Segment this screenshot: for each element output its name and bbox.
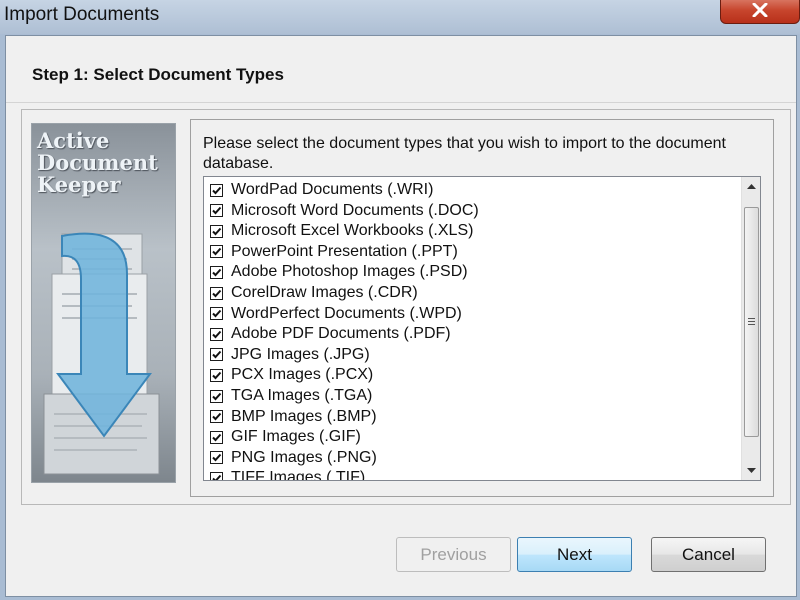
- dialog-body: Step 1: Select Document Types Active Doc…: [5, 35, 797, 597]
- document-type-item[interactable]: TGA Images (.TGA): [210, 386, 372, 406]
- checkmark-icon: [212, 433, 222, 442]
- document-type-label: Microsoft Word Documents (.DOC): [231, 201, 479, 219]
- document-type-checkbox[interactable]: [210, 245, 223, 259]
- scroll-thumb[interactable]: [744, 207, 759, 437]
- document-type-label: PNG Images (.PNG): [231, 448, 377, 466]
- content-panel: Active Document Keeper Please select the…: [21, 109, 791, 505]
- document-type-label: TGA Images (.TGA): [231, 387, 373, 404]
- document-type-checkbox[interactable]: [210, 224, 223, 238]
- document-type-item[interactable]: GIF Images (.GIF): [210, 427, 361, 447]
- document-type-checkbox[interactable]: [210, 430, 223, 444]
- document-type-checkbox[interactable]: [210, 471, 223, 480]
- checkmark-icon: [212, 227, 222, 236]
- close-icon: [752, 3, 768, 17]
- document-type-item[interactable]: Microsoft Word Documents (.DOC): [210, 201, 479, 221]
- selection-group: Please select the document types that yo…: [190, 119, 774, 497]
- document-type-item[interactable]: Adobe Photoshop Images (.PSD): [210, 262, 468, 282]
- checkmark-icon: [212, 186, 222, 194]
- wizard-header: Step 1: Select Document Types: [6, 36, 796, 103]
- document-type-checkbox[interactable]: [210, 265, 223, 279]
- document-type-item[interactable]: Adobe PDF Documents (.PDF): [210, 324, 451, 344]
- document-type-item[interactable]: JPG Images (.JPG): [210, 345, 370, 365]
- vertical-scrollbar[interactable]: [741, 177, 760, 480]
- document-type-label: PowerPoint Presentation (.PPT): [231, 242, 458, 260]
- document-type-checkbox[interactable]: [210, 389, 223, 403]
- document-type-item[interactable]: WordPerfect Documents (.WPD): [210, 304, 462, 324]
- close-button[interactable]: [720, 0, 800, 24]
- import-documents-window: Import Documents Step 1: Select Document…: [0, 0, 800, 600]
- document-type-label: CorelDraw Images (.CDR): [231, 284, 418, 301]
- checkmark-icon: [212, 309, 222, 318]
- thumb-grip-line: [748, 321, 755, 322]
- document-type-checkbox[interactable]: [210, 183, 223, 197]
- document-type-item[interactable]: CorelDraw Images (.CDR): [210, 283, 418, 303]
- scroll-up-button[interactable]: [742, 177, 760, 197]
- document-type-item[interactable]: PowerPoint Presentation (.PPT): [210, 242, 458, 262]
- checkmark-icon: [212, 474, 222, 480]
- previous-button[interactable]: Previous: [396, 537, 511, 572]
- document-type-label: PCX Images (.PCX): [231, 366, 374, 384]
- document-type-checkbox[interactable]: [210, 410, 223, 424]
- document-type-checkbox[interactable]: [210, 451, 223, 465]
- document-type-label: Adobe PDF Documents (.PDF): [231, 325, 451, 343]
- document-type-label: TIFF Images (.TIF): [231, 469, 366, 480]
- product-banner-image: Active Document Keeper: [31, 123, 176, 483]
- checkmark-icon: [212, 206, 222, 215]
- scroll-down-button[interactable]: [742, 460, 760, 480]
- checkmark-icon: [212, 392, 222, 400]
- document-type-item[interactable]: PCX Images (.PCX): [210, 365, 373, 385]
- document-type-checkbox[interactable]: [210, 286, 223, 300]
- document-type-item[interactable]: PNG Images (.PNG): [210, 448, 377, 468]
- checkmark-icon: [212, 351, 222, 359]
- checkmark-icon: [212, 330, 222, 339]
- title-bar[interactable]: Import Documents: [0, 0, 800, 34]
- document-types-items: WordPad Documents (.WRI) Microsoft Word D…: [204, 177, 732, 480]
- cancel-button[interactable]: Cancel: [651, 537, 766, 572]
- checkmark-icon: [212, 412, 222, 421]
- checkmark-icon: [212, 289, 222, 297]
- document-type-item[interactable]: Microsoft Excel Workbooks (.XLS): [210, 221, 473, 241]
- document-type-label: WordPad Documents (.WRI): [231, 181, 434, 198]
- document-type-item[interactable]: TIFF Images (.TIF): [210, 468, 365, 480]
- document-type-label: JPG Images (.JPG): [231, 345, 370, 363]
- document-type-label: Adobe Photoshop Images (.PSD): [231, 263, 468, 281]
- step-title: Step 1: Select Document Types: [32, 65, 284, 84]
- checkmark-icon: [212, 371, 222, 380]
- document-type-checkbox[interactable]: [210, 368, 223, 382]
- thumb-grip-line: [748, 324, 755, 325]
- document-type-checkbox[interactable]: [210, 348, 223, 362]
- document-type-checkbox[interactable]: [210, 204, 223, 218]
- document-type-checkbox[interactable]: [210, 307, 223, 321]
- document-types-list[interactable]: WordPad Documents (.WRI) Microsoft Word D…: [203, 176, 761, 481]
- scroll-up-arrow-icon: [747, 184, 756, 189]
- document-type-item[interactable]: BMP Images (.BMP): [210, 407, 377, 427]
- scroll-down-arrow-icon: [747, 468, 756, 473]
- document-type-label: GIF Images (.GIF): [231, 428, 361, 446]
- next-button[interactable]: Next: [517, 537, 632, 572]
- checkmark-icon: [212, 268, 222, 277]
- document-type-label: Microsoft Excel Workbooks (.XLS): [231, 222, 474, 240]
- document-type-label: WordPerfect Documents (.WPD): [231, 304, 462, 322]
- document-type-item[interactable]: WordPad Documents (.WRI): [210, 180, 433, 200]
- document-type-checkbox[interactable]: [210, 327, 223, 341]
- checkmark-icon: [212, 248, 222, 256]
- instructions-text: Please select the document types that yo…: [203, 135, 726, 172]
- window-title: Import Documents: [4, 4, 160, 25]
- document-type-label: BMP Images (.BMP): [231, 407, 377, 425]
- thumb-grip-line: [748, 318, 755, 319]
- checkmark-icon: [212, 454, 222, 462]
- document-stack-arrow-icon: [43, 232, 160, 475]
